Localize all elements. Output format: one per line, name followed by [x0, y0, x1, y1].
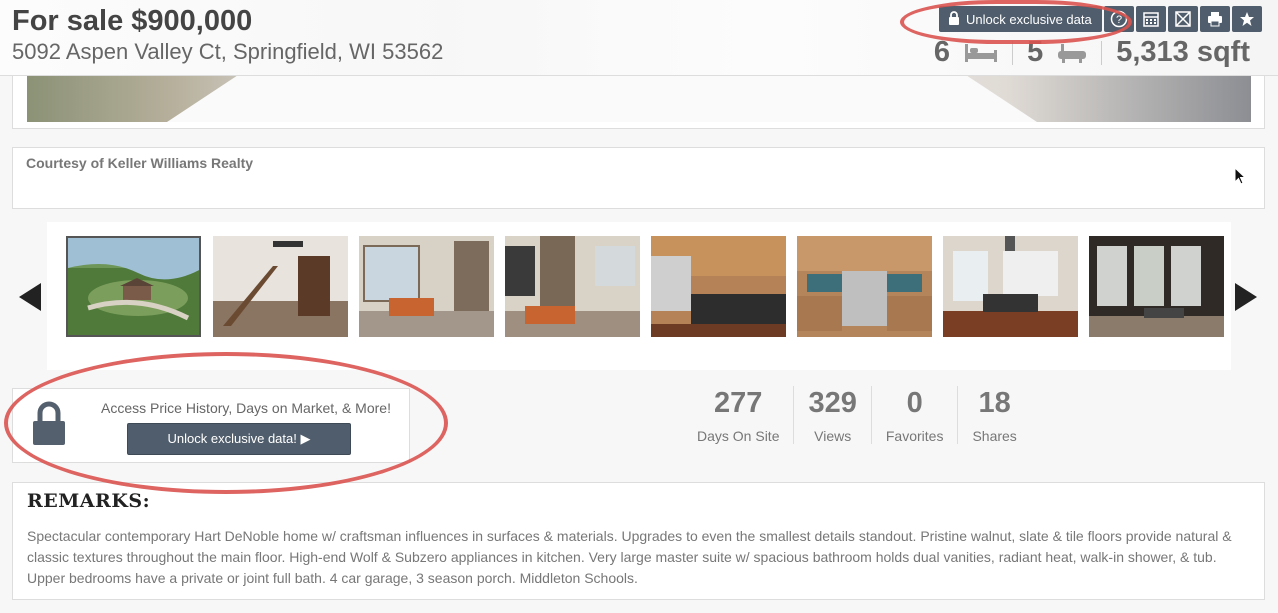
- thumbnail-sunroom-porch[interactable]: [1089, 236, 1224, 337]
- thumbnail-living-room-windows[interactable]: [359, 236, 494, 337]
- courtesy-text: Courtesy of Keller Williams Realty: [26, 155, 254, 171]
- hero-photo[interactable]: [12, 76, 1265, 129]
- lock-icon: [31, 401, 67, 452]
- unlock-exclusive-data-main-button[interactable]: Unlock exclusive data! ▶: [127, 423, 351, 455]
- remarks-title: REMARKS:: [27, 490, 151, 512]
- property-summary: 6 5 5,313 sqft: [934, 36, 1250, 69]
- bed-icon: [964, 42, 998, 64]
- listing-toolbar: Unlock exclusive data ?: [939, 6, 1262, 32]
- calendar-icon[interactable]: [1135, 6, 1166, 32]
- stat-value: 18: [978, 387, 1011, 419]
- stat-favorites: 0 Favorites: [870, 386, 958, 444]
- thumbnail-living-room-fireplace[interactable]: [505, 236, 640, 337]
- stat-value: 329: [808, 387, 857, 419]
- next-photo-arrow-icon[interactable]: [1233, 282, 1259, 312]
- listing-header: For sale $900,000 5092 Aspen Valley Ct, …: [0, 0, 1278, 76]
- stat-shares: 18 Shares: [957, 386, 1030, 444]
- unlock-exclusive-data-button[interactable]: Unlock exclusive data: [939, 6, 1102, 32]
- remarks-section: REMARKS: Spectacular contemporary Hart D…: [12, 482, 1265, 600]
- thumbnail-aerial-house[interactable]: [66, 236, 201, 337]
- star-icon[interactable]: [1231, 6, 1262, 32]
- beds-count: 6: [933, 36, 951, 68]
- listing-stats: 277 Days On Site 329 Views 0 Favorites 1…: [683, 386, 1031, 444]
- stat-label: Shares: [972, 428, 1017, 444]
- listing-page: For sale $900,000 5092 Aspen Valley Ct, …: [0, 0, 1278, 613]
- stat-label: Views: [814, 428, 852, 444]
- stat-value: 0: [906, 387, 923, 419]
- mouse-cursor-icon: [1234, 166, 1247, 190]
- stat-label: Favorites: [885, 428, 944, 444]
- bathtub-icon: [1057, 42, 1087, 64]
- unlock-label: Unlock exclusive data: [966, 11, 1092, 27]
- stat-days-on-site: 277 Days On Site: [683, 386, 793, 444]
- thumbnail-entry-staircase[interactable]: [213, 236, 348, 337]
- square-footage: 5,313 sqft: [1116, 36, 1250, 68]
- previous-photo-arrow-icon[interactable]: [17, 282, 43, 312]
- thumbnail-dining-room[interactable]: [943, 236, 1078, 337]
- unlock-description: Access Price History, Days on Market, & …: [101, 400, 391, 416]
- listing-price: For sale $900,000: [12, 5, 253, 37]
- thumbnail-kitchen-range[interactable]: [797, 236, 932, 337]
- thumbnail-kitchen-island[interactable]: [651, 236, 786, 337]
- unlock-data-panel: Access Price History, Days on Market, & …: [12, 388, 410, 463]
- help-icon[interactable]: ?: [1103, 6, 1134, 32]
- photo-gallery: [0, 222, 1278, 370]
- baths-count: 5: [1027, 36, 1044, 68]
- stat-views: 329 Views: [793, 386, 870, 444]
- email-icon[interactable]: [1167, 6, 1198, 32]
- lock-icon: [948, 10, 960, 28]
- print-icon[interactable]: [1199, 6, 1230, 32]
- svg-text:?: ?: [1116, 14, 1122, 26]
- stat-label: Days On Site: [697, 428, 780, 444]
- listing-courtesy: Courtesy of Keller Williams Realty: [12, 147, 1265, 209]
- remarks-body: Spectacular contemporary Hart DeNoble ho…: [27, 528, 1232, 586]
- listing-address: 5092 Aspen Valley Ct, Springfield, WI 53…: [12, 39, 444, 64]
- stat-value: 277: [714, 387, 763, 419]
